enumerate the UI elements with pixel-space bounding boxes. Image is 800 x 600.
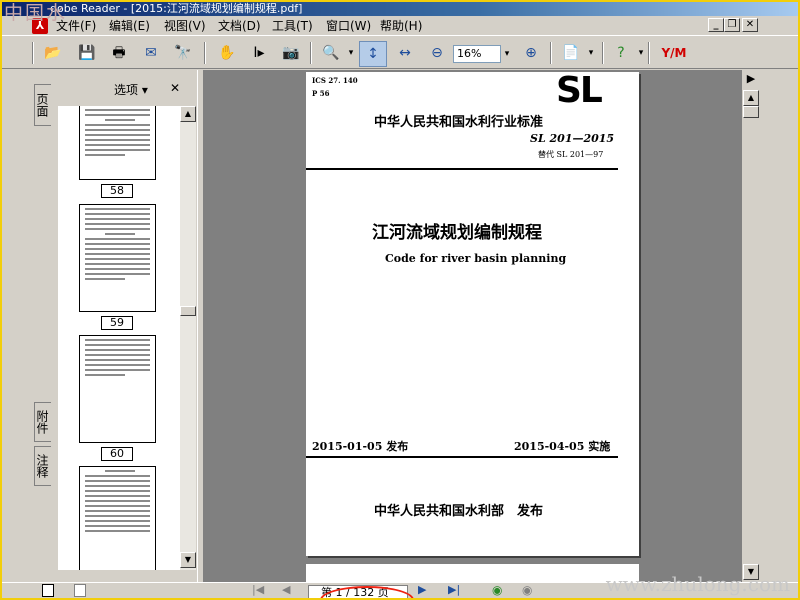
page-thumbnail[interactable] (79, 106, 156, 180)
previous-page-icon[interactable]: ◀ (282, 583, 290, 596)
last-page-icon[interactable]: ▶| (448, 583, 460, 596)
first-page-icon[interactable]: |◀ (252, 583, 264, 596)
toolbar-separator (310, 42, 312, 64)
page-number-label: 60 (101, 447, 133, 461)
scroll-thumb[interactable] (743, 106, 759, 118)
next-page-icon[interactable]: ▶ (418, 583, 426, 596)
footer-rule (306, 456, 618, 458)
page-layout-icon[interactable] (42, 584, 54, 597)
chevron-down-icon[interactable]: ▾ (580, 43, 602, 63)
scroll-up-icon[interactable]: ▲ (743, 90, 759, 106)
fit-page-icon[interactable]: ↕ (359, 41, 387, 67)
watermark-left: 中国水 (4, 2, 68, 24)
pages-panel-header: 选项 ▾ ✕ (52, 70, 196, 106)
email-icon[interactable]: ✉ (140, 43, 162, 63)
toolbar-separator (32, 42, 34, 64)
close-panel-icon[interactable]: ✕ (170, 81, 180, 95)
minimize-icon[interactable]: _ (708, 18, 724, 32)
tab-pages[interactable]: 页面 (34, 84, 51, 126)
zoom-in-icon[interactable]: ⊕ (520, 43, 542, 63)
p-code: P 56 (312, 89, 330, 98)
ics-code: ICS 27. 140 (312, 76, 358, 85)
menu-bar: ⅄ 文件(F) 编辑(E) 视图(V) 文档(D) 工具(T) 窗口(W) 帮助… (2, 16, 798, 36)
effective-date: 2015-04-05 实施 (514, 440, 611, 453)
document-scrollbar[interactable]: ▶ ▲ ▼ (742, 70, 760, 582)
watermark-right: www.zhulong.com (605, 572, 790, 596)
publisher: 中华人民共和国水利部 发布 (374, 504, 544, 519)
help-icon[interactable]: ? (610, 43, 632, 63)
pages-panel: 选项 ▾ ✕ 58 59 60 ▲ ▼ (52, 70, 196, 582)
issue-date: 2015-01-05 发布 (312, 440, 409, 453)
document-title-english: Code for river basin planning (385, 252, 567, 265)
select-text-icon[interactable]: I▸ (248, 43, 270, 63)
page-thumbnail[interactable] (79, 466, 156, 570)
navigation-tabs: 页面 附件 注释 (32, 70, 52, 590)
menu-edit[interactable]: 编辑(E) (109, 18, 150, 34)
thumbnails-scrollbar[interactable]: ▲ ▼ (180, 106, 196, 570)
toolbar-separator (550, 42, 552, 64)
replaces-note: 替代 SL 201—97 (538, 150, 604, 159)
nav-arrow-icon[interactable]: ▶ (743, 72, 759, 88)
next-page (306, 564, 639, 582)
header-rule (306, 168, 618, 170)
open-folder-icon[interactable]: 📂 (42, 43, 64, 63)
document-title: 江河流域规划编制规程 (372, 223, 542, 243)
toolbar: 📂 💾 🖶 ✉ 🔭 ✋ I▸ 📷 🔍 ▾ ↕ ↔ ⊖ 16% ▾ ⊕ 📄 ▾ ?… (2, 37, 798, 69)
fit-width-icon[interactable]: ↔ (394, 43, 416, 63)
page-thumbnail[interactable] (79, 335, 156, 443)
standard-number: SL 201—2015 (530, 132, 615, 145)
toolbar-separator (602, 42, 604, 64)
page-number-label: 59 (101, 316, 133, 330)
menu-window[interactable]: 窗口(W) (326, 18, 371, 34)
window-title: dobe Reader - [2015:江河流域规划编制规程.pdf] (50, 2, 303, 15)
tab-comments[interactable]: 注释 (34, 446, 51, 486)
chevron-down-icon[interactable]: ▾ (501, 45, 513, 63)
document-view[interactable]: ICS 27. 140 P 56 SL 中华人民共和国水利行业标准 SL 201… (204, 70, 742, 582)
close-icon[interactable]: ✕ (742, 18, 758, 32)
restore-icon[interactable]: ❐ (724, 18, 740, 32)
application-window: dobe Reader - [2015:江河流域规划编制规程.pdf] 中国水 … (0, 0, 800, 600)
options-menu[interactable]: 选项 ▾ (114, 81, 148, 98)
rotate-pages-icon[interactable]: 📄 (560, 43, 582, 63)
menu-help[interactable]: 帮助(H) (380, 18, 422, 34)
menu-tools[interactable]: 工具(T) (272, 18, 313, 34)
search-binoculars-icon[interactable]: 🔭 (172, 43, 194, 63)
page-thumbnail[interactable] (79, 204, 156, 312)
print-icon[interactable]: 🖶 (108, 43, 130, 63)
go-back-icon[interactable]: ◉ (492, 583, 502, 597)
page-number-label: 58 (101, 184, 133, 198)
hand-tool-icon[interactable]: ✋ (216, 43, 238, 63)
go-forward-icon[interactable]: ◉ (522, 583, 532, 597)
zoom-level-input[interactable]: 16% (453, 45, 501, 63)
thumbnails-list: 58 59 60 (58, 106, 184, 570)
standard-org: 中华人民共和国水利行业标准 (374, 115, 544, 130)
scroll-down-icon[interactable]: ▼ (180, 552, 196, 568)
panel-splitter[interactable] (197, 70, 204, 582)
scroll-up-icon[interactable]: ▲ (180, 106, 196, 122)
title-bar: dobe Reader - [2015:江河流域规划编制规程.pdf] (2, 2, 798, 16)
menu-document[interactable]: 文档(D) (218, 18, 261, 34)
document-icon[interactable] (74, 584, 86, 597)
menu-view[interactable]: 视图(V) (164, 18, 206, 34)
tab-attachments[interactable]: 附件 (34, 402, 51, 442)
toolbar-separator (648, 42, 650, 64)
zoom-in-tool-icon[interactable]: 🔍 (320, 43, 342, 63)
document-page: ICS 27. 140 P 56 SL 中华人民共和国水利行业标准 SL 201… (306, 70, 639, 556)
snapshot-camera-icon[interactable]: 📷 (280, 43, 302, 63)
save-icon[interactable]: 💾 (76, 43, 98, 63)
sl-logo: SL (556, 70, 603, 111)
adobe-logo-icon[interactable]: Y/M (656, 43, 692, 63)
scroll-thumb[interactable] (180, 306, 196, 316)
toolbar-separator (204, 42, 206, 64)
zoom-out-icon[interactable]: ⊖ (426, 43, 448, 63)
